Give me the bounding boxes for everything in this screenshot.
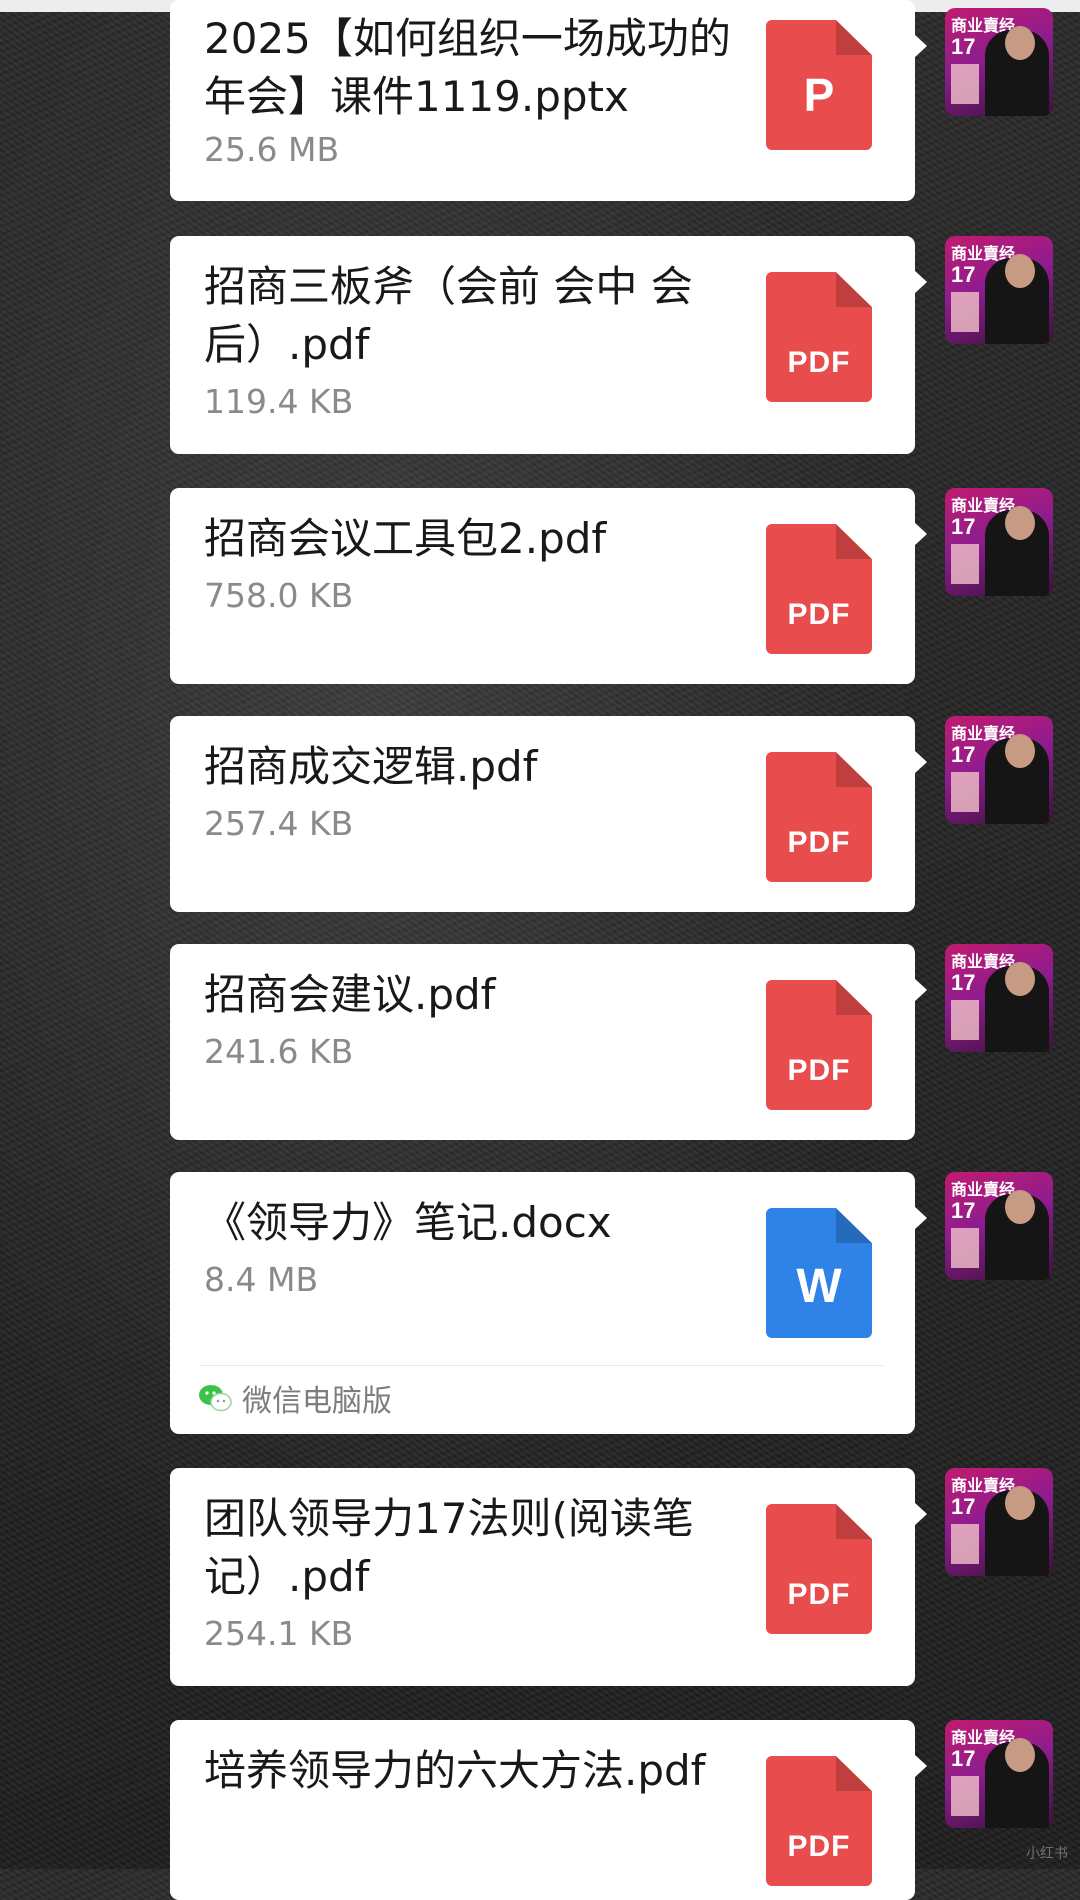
avatar-decoration: [951, 1000, 979, 1040]
file-size: 254.1 KB: [204, 1614, 354, 1653]
avatar[interactable]: 商业賣经 17: [945, 236, 1053, 344]
pdf-file-icon: PDF: [766, 752, 872, 882]
file-message-bubble[interactable]: 招商成交逻辑.pdf 257.4 KB PDF: [170, 716, 927, 912]
file-name: 招商会建议.pdf: [204, 970, 496, 1019]
file-message-bubble[interactable]: 团队领导力17法则(阅读笔记）.pdf 254.1 KB PDF: [170, 1468, 927, 1686]
avatar-decoration: [951, 292, 979, 332]
avatar[interactable]: 商业賣经 17: [945, 1720, 1053, 1828]
bubble-tail: [914, 1502, 927, 1526]
wechat-icon: [199, 1385, 232, 1412]
avatar-head: [1005, 506, 1035, 540]
avatar-head: [1005, 1190, 1035, 1224]
avatar[interactable]: 商业賣经 17: [945, 8, 1053, 116]
avatar-decoration: [951, 1228, 979, 1268]
avatar[interactable]: 商业賣经 17: [945, 488, 1053, 596]
avatar-number: 17: [951, 262, 976, 287]
file-type-label: PDF: [787, 1578, 851, 1611]
divider: [200, 1365, 884, 1366]
file-message-bubble[interactable]: 招商会建议.pdf 241.6 KB PDF: [170, 944, 927, 1140]
word-file-icon: W: [766, 1208, 872, 1338]
avatar-number: 17: [951, 34, 976, 59]
file-size: 25.6 MB: [204, 130, 340, 169]
avatar-head: [1005, 1486, 1035, 1520]
message-source: 微信电脑版: [198, 1378, 392, 1419]
file-size: 8.4 MB: [204, 1260, 319, 1299]
bubble-tail: [914, 978, 927, 1002]
avatar-decoration: [951, 544, 979, 584]
avatar-head: [1005, 962, 1035, 996]
watermark: 小红书: [1026, 1846, 1068, 1862]
file-type-label: PDF: [787, 826, 851, 859]
file-name: 2025【如何组织一场成功的年会】课件1119.pptx: [204, 14, 731, 121]
file-name: 招商会议工具包2.pdf: [204, 514, 607, 563]
file-size: 758.0 KB: [204, 576, 354, 615]
avatar-decoration: [951, 64, 979, 104]
avatar[interactable]: 商业賣经 17: [945, 1468, 1053, 1576]
file-name: 招商成交逻辑.pdf: [204, 742, 538, 791]
avatar[interactable]: 商业賣经 17: [945, 1172, 1053, 1280]
ppt-file-icon: P: [766, 20, 872, 150]
source-label: 微信电脑版: [242, 1384, 392, 1419]
avatar-head: [1005, 1738, 1035, 1772]
pdf-file-icon: PDF: [766, 524, 872, 654]
avatar-number: 17: [951, 514, 976, 539]
avatar-number: 17: [951, 1198, 976, 1223]
avatar[interactable]: 商业賣经 17: [945, 716, 1053, 824]
pdf-file-icon: PDF: [766, 272, 872, 402]
file-type-label: P: [803, 69, 835, 121]
avatar-number: 17: [951, 1494, 976, 1519]
file-type-label: PDF: [787, 1054, 851, 1087]
avatar[interactable]: 商业賣经 17: [945, 944, 1053, 1052]
file-type-label: PDF: [787, 346, 851, 379]
avatar-decoration: [951, 1524, 979, 1564]
avatar-decoration: [951, 1776, 979, 1816]
file-message-bubble[interactable]: 2025【如何组织一场成功的年会】课件1119.pptx 25.6 MB P: [170, 0, 927, 201]
file-message-bubble[interactable]: 《领导力》笔记.docx 8.4 MB W 微信电脑版: [170, 1172, 927, 1434]
pdf-file-icon: PDF: [766, 980, 872, 1110]
bubble-tail: [914, 1754, 927, 1778]
file-size: 241.6 KB: [204, 1032, 354, 1071]
file-type-label: PDF: [787, 598, 851, 631]
file-name: 《领导力》笔记.docx: [204, 1198, 612, 1247]
avatar-number: 17: [951, 742, 976, 767]
file-name: 培养领导力的六大方法.pdf: [204, 1746, 706, 1795]
avatar-head: [1005, 734, 1035, 768]
file-message-bubble[interactable]: 培养领导力的六大方法.pdf PDF: [170, 1720, 927, 1900]
pdf-file-icon: PDF: [766, 1504, 872, 1634]
bubble-tail: [914, 1206, 927, 1230]
file-name: 招商三板斧（会前 会中 会后）.pdf: [204, 262, 693, 369]
file-size: 119.4 KB: [204, 382, 354, 421]
avatar-decoration: [951, 772, 979, 812]
file-name: 团队领导力17法则(阅读笔记）.pdf: [204, 1494, 694, 1601]
pdf-file-icon: PDF: [766, 1756, 872, 1886]
file-size: 257.4 KB: [204, 804, 354, 843]
bubble-tail: [914, 750, 927, 774]
bubble-tail: [914, 34, 927, 58]
file-message-bubble[interactable]: 招商三板斧（会前 会中 会后）.pdf 119.4 KB PDF: [170, 236, 927, 454]
file-type-label: PDF: [787, 1830, 851, 1863]
avatar-number: 17: [951, 1746, 976, 1771]
file-type-label: W: [796, 1260, 842, 1313]
avatar-head: [1005, 254, 1035, 288]
file-message-bubble[interactable]: 招商会议工具包2.pdf 758.0 KB PDF: [170, 488, 927, 684]
bubble-tail: [914, 270, 927, 294]
bubble-tail: [914, 522, 927, 546]
avatar-number: 17: [951, 970, 976, 995]
avatar-head: [1005, 26, 1035, 60]
